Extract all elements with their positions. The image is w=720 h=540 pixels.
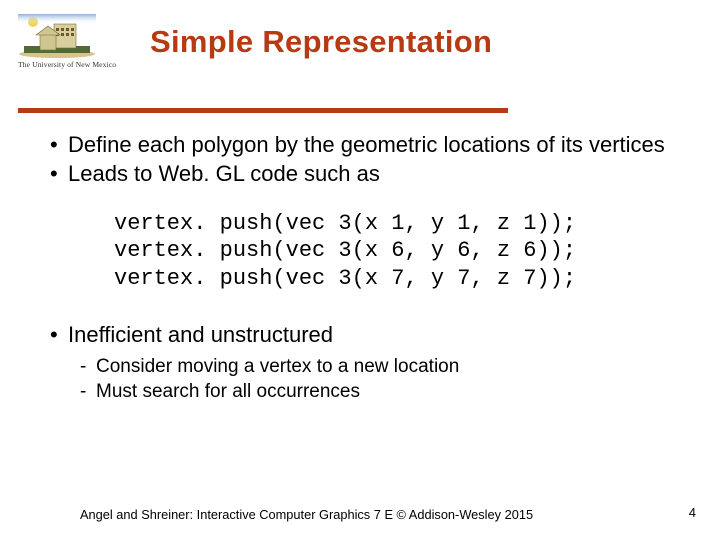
bullet-3-text: Inefficient and unstructured (68, 322, 333, 347)
slide-body: Define each polygon by the geometric loc… (50, 132, 690, 405)
sub-bullet-1: Consider moving a vertex to a new locati… (80, 355, 690, 378)
bullet-2-text: Leads to Web. GL code such as (68, 161, 380, 186)
logo-caption: The University of New Mexico (18, 60, 118, 69)
bullet-3: Inefficient and unstructured (50, 322, 690, 349)
unm-logo-icon (18, 14, 96, 58)
unm-logo-block: The University of New Mexico (18, 14, 118, 69)
page-number: 4 (689, 505, 696, 520)
bullet-1: Define each polygon by the geometric loc… (50, 132, 690, 159)
slide: The University of New Mexico Simple Repr… (0, 0, 720, 540)
bullet-1-text: Define each polygon by the geometric loc… (68, 132, 665, 157)
bullet-2: Leads to Web. GL code such as (50, 161, 690, 188)
slide-title: Simple Representation (150, 24, 492, 60)
code-block: vertex. push(vec 3(x 1, y 1, z 1)); vert… (114, 210, 690, 293)
sub-bullet-2: Must search for all occurrences (80, 380, 690, 403)
title-underline (18, 108, 508, 113)
sub-bullet-1-text: Consider moving a vertex to a new locati… (96, 356, 459, 377)
sub-bullet-2-text: Must search for all occurrences (96, 381, 360, 402)
footer-credit: Angel and Shreiner: Interactive Computer… (80, 507, 533, 522)
sub-bullet-list: Consider moving a vertex to a new locati… (80, 355, 690, 403)
